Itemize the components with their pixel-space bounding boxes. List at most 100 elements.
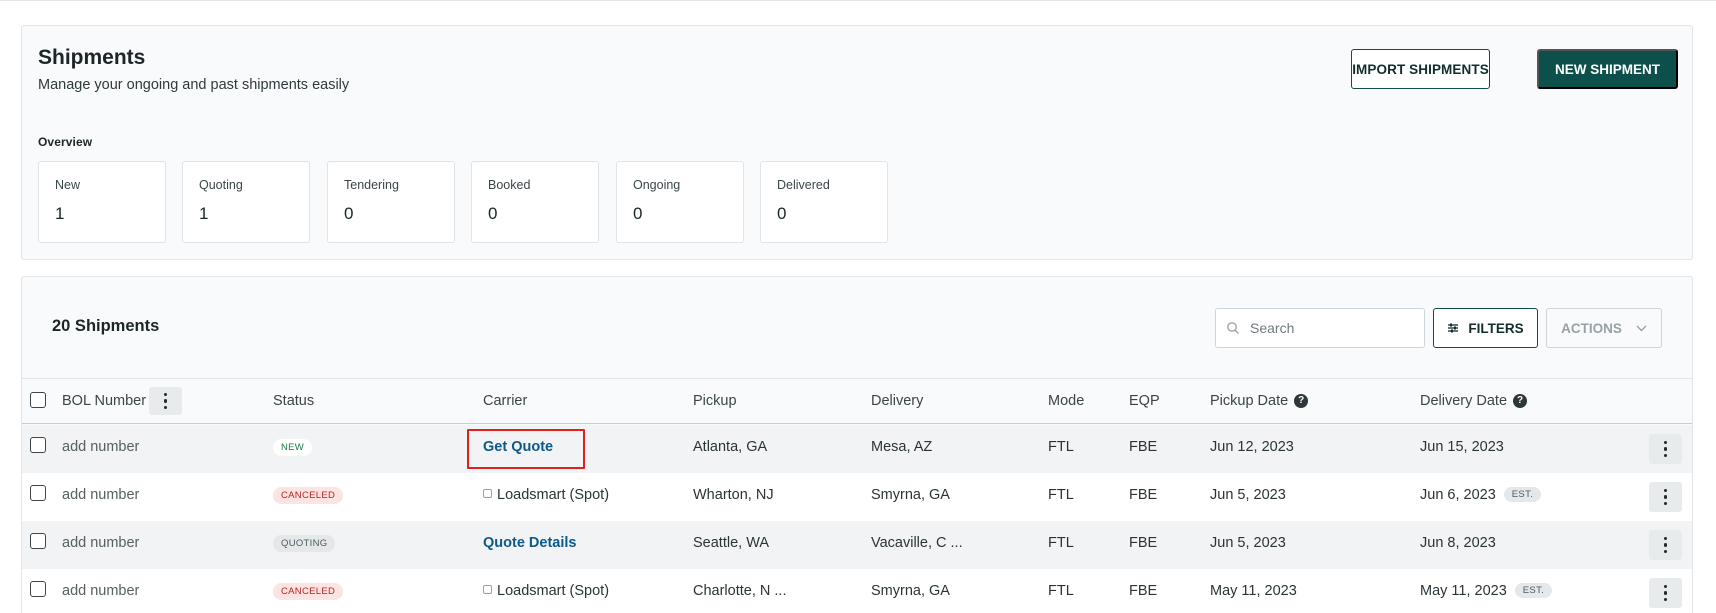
column-status: Status xyxy=(273,393,315,409)
table-header: BOL Number Status Carrier Pickup Deliver… xyxy=(22,378,1692,424)
stat-card-delivered[interactable]: Delivered 0 xyxy=(760,161,888,243)
quote-details-link[interactable]: Quote Details xyxy=(483,535,576,551)
actions-dropdown[interactable]: ACTIONS xyxy=(1546,308,1662,348)
column-mode: Mode xyxy=(1048,393,1085,409)
bol-number-link[interactable]: add number xyxy=(62,583,139,599)
pickup-location: Charlotte, N ... xyxy=(693,583,787,599)
eqp-value: FBE xyxy=(1129,439,1158,455)
column-pickup: Pickup xyxy=(693,393,737,409)
search-icon xyxy=(1227,322,1239,334)
status-badge: NEW xyxy=(273,439,313,456)
stat-card-new[interactable]: New 1 xyxy=(38,161,166,243)
stat-label: New xyxy=(55,178,81,192)
select-all-checkbox[interactable] xyxy=(30,392,46,408)
delivery-location: Smyrna, GA xyxy=(871,487,950,503)
table-row[interactable]: add number CANCELED Loadsmart (Spot) Cha… xyxy=(22,569,1692,613)
carrier-name: Loadsmart (Spot) xyxy=(483,583,609,599)
stat-value: 0 xyxy=(488,204,498,223)
column-bol-number: BOL Number xyxy=(62,393,147,409)
overview-label: Overview xyxy=(38,135,93,149)
bol-number-link[interactable]: add number xyxy=(62,487,139,503)
search-box[interactable] xyxy=(1215,308,1425,348)
top-divider xyxy=(0,0,1716,1)
delivery-location: Vacaville, C ... xyxy=(871,535,963,551)
mode-value: FTL xyxy=(1048,487,1074,503)
filters-label: FILTERS xyxy=(1468,320,1524,336)
delivery-date-value: Jun 6, 2023 xyxy=(1420,487,1496,503)
eqp-value: FBE xyxy=(1129,583,1158,599)
kebab-menu-icon xyxy=(1663,488,1668,506)
pickup-date: Jun 12, 2023 xyxy=(1210,439,1294,455)
stat-label: Booked xyxy=(488,178,531,192)
import-shipments-button[interactable]: IMPORT SHIPMENTS xyxy=(1351,49,1490,89)
pickup-date: May 11, 2023 xyxy=(1210,583,1297,599)
row-checkbox[interactable] xyxy=(30,533,46,549)
column-carrier: Carrier xyxy=(483,393,528,409)
row-menu-button[interactable] xyxy=(1649,434,1682,464)
pickup-location: Atlanta, GA xyxy=(693,439,768,455)
row-checkbox[interactable] xyxy=(30,581,46,597)
shipments-table-card: 20 Shipments FILTERS ACTIONS BOL Number xyxy=(21,276,1693,613)
mode-value: FTL xyxy=(1048,439,1074,455)
column-pickup-date-label: Pickup Date xyxy=(1210,393,1289,409)
new-shipment-button[interactable]: NEW SHIPMENT xyxy=(1537,49,1678,89)
table-row[interactable]: add number NEW Get Quote Atlanta, GA Mes… xyxy=(22,425,1692,473)
delivery-location: Mesa, AZ xyxy=(871,439,933,455)
delivery-date-value: May 11, 2023 xyxy=(1420,583,1507,599)
delivery-date: Jun 15, 2023 xyxy=(1420,439,1504,455)
carrier-icon xyxy=(483,489,492,498)
chevron-down-icon xyxy=(1636,325,1647,331)
row-menu-button[interactable] xyxy=(1649,530,1682,560)
stat-label: Delivered xyxy=(777,178,830,192)
stat-card-booked[interactable]: Booked 0 xyxy=(471,161,599,243)
column-options-button[interactable] xyxy=(149,387,182,415)
page-subtitle: Manage your ongoing and past shipments e… xyxy=(38,77,350,93)
search-input[interactable] xyxy=(1250,320,1400,336)
pickup-location: Seattle, WA xyxy=(693,535,770,551)
kebab-menu-icon xyxy=(163,392,168,410)
carrier-icon xyxy=(483,585,492,594)
column-delivery-date-label: Delivery Date xyxy=(1420,393,1508,409)
help-icon[interactable]: ? xyxy=(1294,393,1309,408)
estimated-badge: EST. xyxy=(1503,487,1542,502)
row-checkbox[interactable] xyxy=(30,485,46,501)
status-badge: QUOTING xyxy=(273,535,336,552)
delivery-date: Jun 8, 2023 xyxy=(1420,535,1496,551)
status-badge: CANCELED xyxy=(273,487,344,504)
eqp-value: FBE xyxy=(1129,535,1158,551)
shipments-count: 20 Shipments xyxy=(52,317,160,335)
row-menu-button[interactable] xyxy=(1649,482,1682,512)
kebab-menu-icon xyxy=(1663,584,1668,602)
stat-label: Quoting xyxy=(199,178,243,192)
bol-number-link[interactable]: add number xyxy=(62,439,139,455)
carrier-label: Loadsmart (Spot) xyxy=(497,487,610,503)
table-row[interactable]: add number QUOTING Quote Details Seattle… xyxy=(22,521,1692,569)
stat-value: 1 xyxy=(199,204,209,223)
table-row[interactable]: add number CANCELED Loadsmart (Spot) Wha… xyxy=(22,473,1692,521)
stat-label: Tendering xyxy=(344,178,399,192)
filters-button[interactable]: FILTERS xyxy=(1433,308,1538,348)
stat-card-tendering[interactable]: Tendering 0 xyxy=(327,161,455,243)
pickup-date: Jun 5, 2023 xyxy=(1210,535,1286,551)
bol-number-link[interactable]: add number xyxy=(62,535,139,551)
row-menu-button[interactable] xyxy=(1649,578,1682,608)
shipments-header-card: Shipments Manage your ongoing and past s… xyxy=(21,25,1693,260)
column-delivery: Delivery xyxy=(871,393,924,409)
stat-value: 0 xyxy=(633,204,643,223)
row-checkbox[interactable] xyxy=(30,437,46,453)
stat-value: 0 xyxy=(777,204,787,223)
stat-card-quoting[interactable]: Quoting 1 xyxy=(182,161,310,243)
kebab-menu-icon xyxy=(1663,536,1668,554)
carrier-label: Loadsmart (Spot) xyxy=(497,583,610,599)
stat-label: Ongoing xyxy=(633,178,681,192)
pickup-location: Wharton, NJ xyxy=(693,487,774,503)
estimated-badge: EST. xyxy=(1514,583,1553,598)
delivery-date: May 11, 2023 EST. xyxy=(1420,583,1553,599)
carrier-name: Loadsmart (Spot) xyxy=(483,487,609,503)
eqp-value: FBE xyxy=(1129,487,1158,503)
column-delivery-date: Delivery Date? xyxy=(1420,393,1528,409)
page-title: Shipments xyxy=(38,46,146,69)
help-icon[interactable]: ? xyxy=(1513,393,1528,408)
stat-card-ongoing[interactable]: Ongoing 0 xyxy=(616,161,744,243)
get-quote-link[interactable]: Get Quote xyxy=(483,439,553,455)
